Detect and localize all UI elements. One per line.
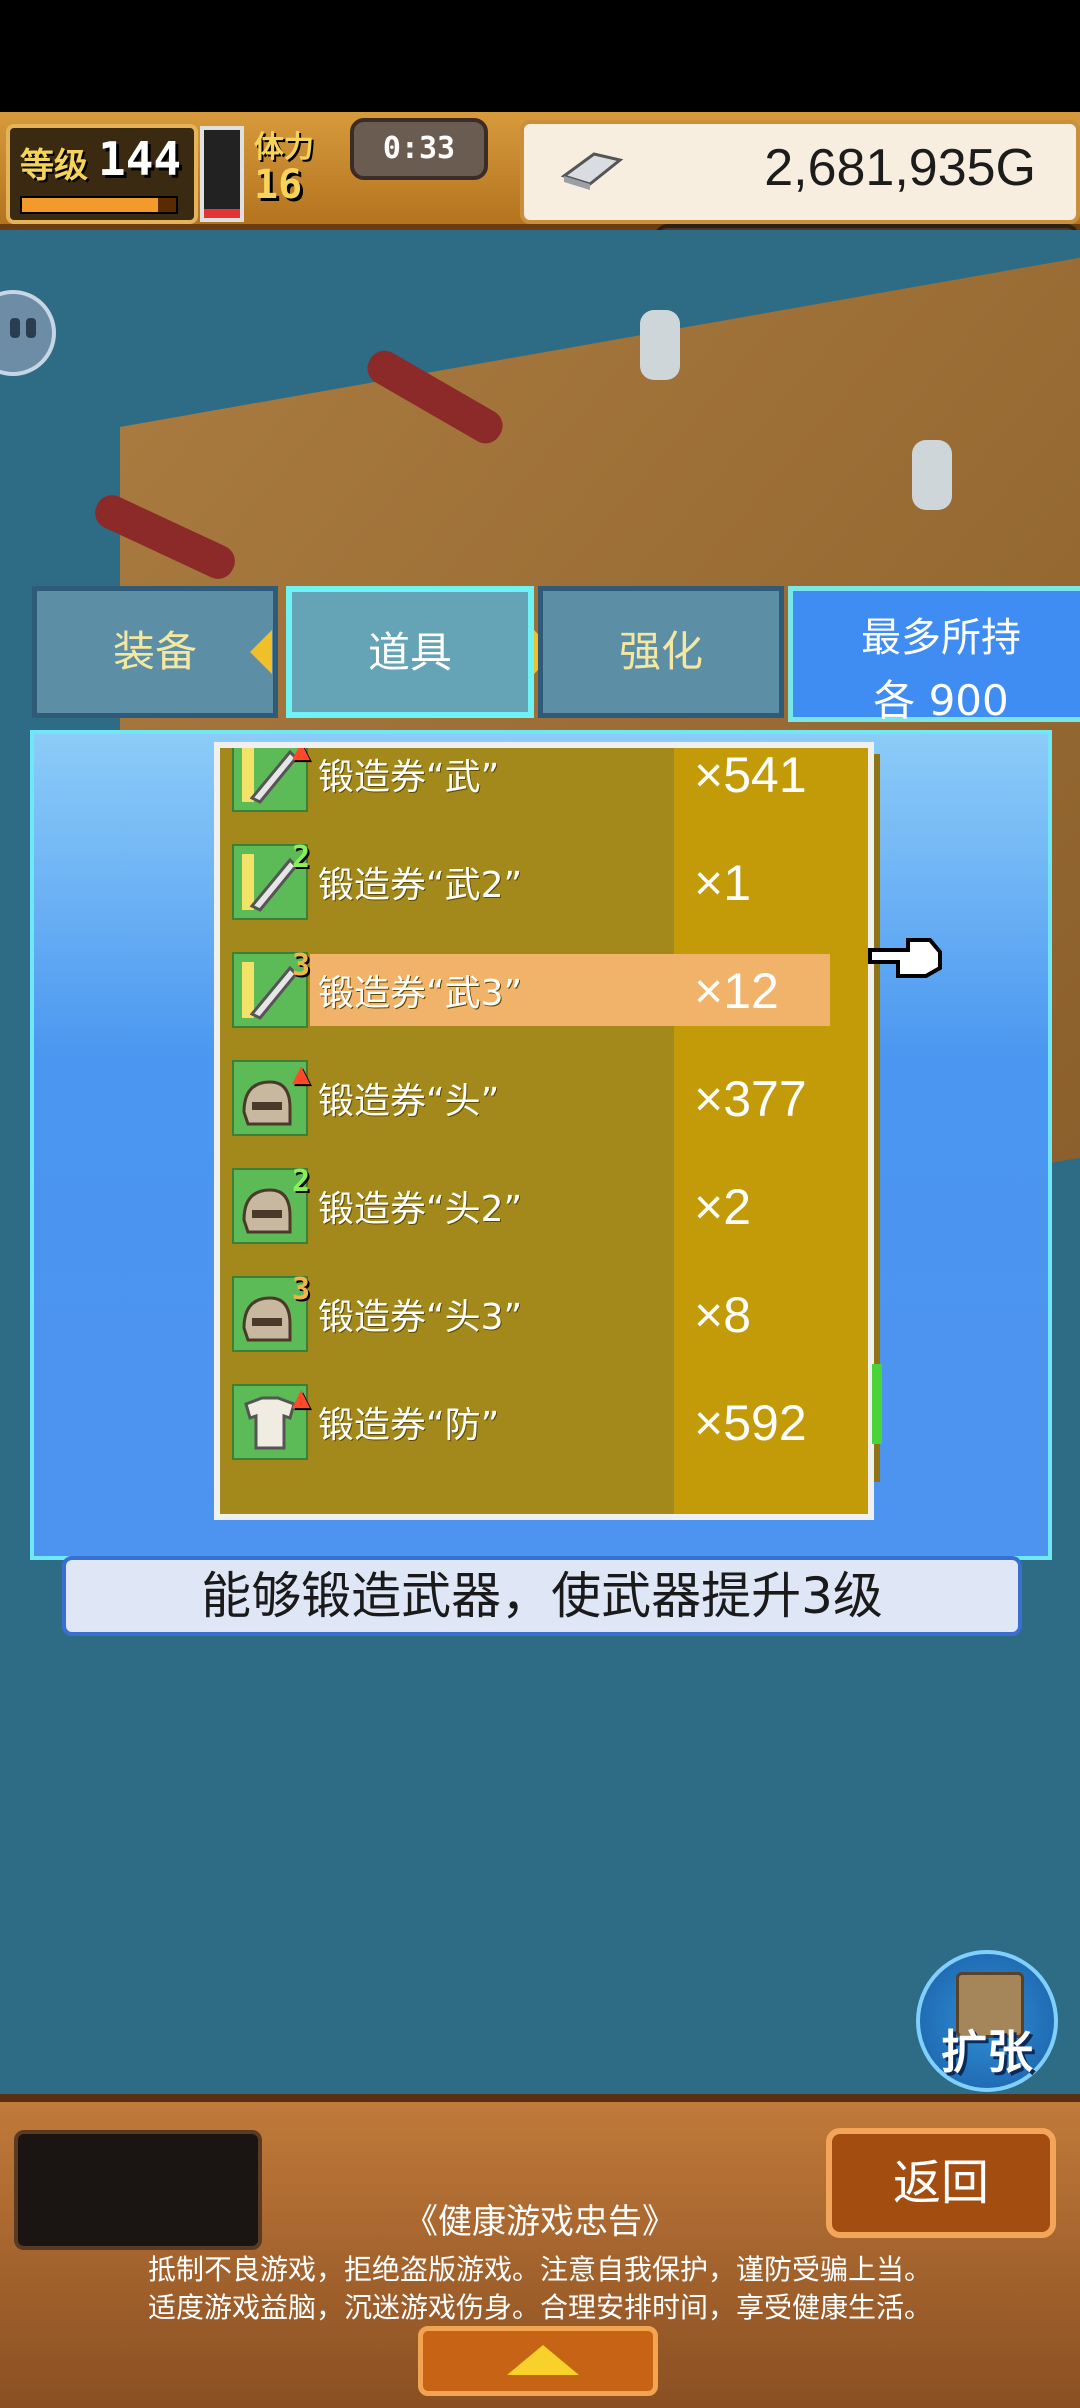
tab-enhance[interactable]: 强化 xyxy=(538,586,784,718)
item-name: 锻造券“头2” xyxy=(318,1189,523,1230)
item-quantity: ×1 xyxy=(694,855,752,911)
item-name: 锻造券“武2” xyxy=(318,865,523,906)
item-name: 锻造券“头3” xyxy=(318,1297,523,1338)
item-row[interactable]: 3 锻造券“武3” ×12 xyxy=(220,926,868,1034)
max-hold-value: 各 900 xyxy=(873,676,1009,725)
tab-left-arrow-icon[interactable] xyxy=(250,630,272,674)
level-label: 等级 xyxy=(20,146,88,186)
tab-items[interactable]: 道具 xyxy=(286,586,534,718)
max-hold-info: 最多所持 各 900 xyxy=(788,586,1080,725)
item-quantity: ×8 xyxy=(694,1287,752,1343)
item-name: 锻造券“武3” xyxy=(318,973,523,1014)
money-value: 2,681,935G xyxy=(764,139,1036,197)
stamina-gauge xyxy=(200,126,244,222)
item-grade-badge: 2 xyxy=(291,840,310,875)
item-quantity: ×592 xyxy=(694,1395,807,1451)
item-quantity: ×12 xyxy=(694,963,779,1019)
item-quantity: ×377 xyxy=(694,1071,807,1127)
item-row[interactable]: 2 锻造券“头2” ×2 xyxy=(220,1142,868,1250)
head-ticket-2-icon: 2 xyxy=(232,1164,310,1244)
bottom-bar: 返回 《健康游戏忠告》 抵制不良游戏，拒绝盗版游戏。注意自我保护，谨防受骗上当。… xyxy=(0,2094,1080,2408)
red-arrow-icon: ▲ xyxy=(291,1056,310,1091)
weapon-ticket-3-icon: 3 xyxy=(232,948,310,1028)
level-value: 144 xyxy=(98,132,182,186)
item-quantity: ×2 xyxy=(694,1179,752,1235)
item-row[interactable]: 2 锻造券“武2” ×1 xyxy=(220,818,868,926)
weapon-ticket-icon: ▲ xyxy=(232,742,310,812)
health-notice-line-1: 抵制不良游戏，拒绝盗版游戏。注意自我保护，谨防受骗上当。 xyxy=(147,2253,932,2286)
item-name: 锻造券“防” xyxy=(318,1405,500,1446)
item-row[interactable]: ▲ 锻造券“头” ×377 xyxy=(220,1034,868,1142)
chat-menu-button[interactable] xyxy=(0,290,56,376)
armor-ticket-icon: ▲ xyxy=(232,1380,310,1460)
item-row[interactable]: 3 锻造券“头3” ×8 xyxy=(220,1250,868,1358)
max-hold-label: 最多所持 xyxy=(861,615,1021,661)
hand-pointer-icon xyxy=(868,938,942,978)
item-list[interactable]: ▲ 锻造券“武” ×541 2 锻造券“武2” ×1 3 锻造券“武3” ×12 ▲ 锻造券“头” ×… xyxy=(214,742,874,1520)
head-ticket-icon: ▲ xyxy=(232,1056,310,1136)
item-grade-badge: 3 xyxy=(291,1272,310,1307)
level-progress-bar xyxy=(20,196,178,214)
health-notice-line-2: 适度游戏益脑，沉迷游戏伤身。合理安排时间，享受健康生活。 xyxy=(147,2291,932,2324)
level-box: 等级 144 xyxy=(6,124,198,224)
red-arrow-icon: ▲ xyxy=(291,742,310,767)
tab-bar: 装备 道具 强化 最多所持 各 900 xyxy=(28,586,1080,726)
item-row[interactable]: ▲ 锻造券“武” ×541 xyxy=(220,742,868,818)
expand-label: 扩张 xyxy=(941,2025,1033,2079)
top-hud: 等级 144 体力 16 0:33 2,681,935G xyxy=(0,112,1080,230)
stamina-value: 16 xyxy=(254,162,303,208)
item-description: 能够锻造武器，使武器提升3级 xyxy=(62,1556,1022,1636)
item-name: 锻造券“头” xyxy=(318,1081,500,1122)
up-arrow-icon xyxy=(507,2345,579,2375)
lamp-icon xyxy=(912,440,952,510)
stamina-timer: 0:33 xyxy=(350,118,488,180)
item-panel: ▲ 锻造券“武” ×541 2 锻造券“武2” ×1 3 锻造券“武3” ×12 ▲ 锻造券“头” ×… xyxy=(30,730,1052,1560)
expand-button[interactable]: 扩张 xyxy=(916,1950,1058,2092)
stamina-box: 体力 16 xyxy=(254,122,350,214)
stamina-label: 体力 xyxy=(254,130,314,165)
status-bar xyxy=(0,0,1080,112)
red-arrow-icon: ▲ xyxy=(291,1380,310,1415)
item-row[interactable]: ▲ 锻造券“防” ×592 xyxy=(220,1358,868,1466)
expand-up-button[interactable] xyxy=(418,2326,658,2396)
item-grade-badge: 3 xyxy=(291,948,310,983)
silver-bar-icon xyxy=(560,152,624,190)
item-quantity: ×541 xyxy=(694,747,807,803)
head-ticket-3-icon: 3 xyxy=(232,1272,310,1352)
item-name: 锻造券“武” xyxy=(318,757,500,798)
scrollbar-thumb[interactable] xyxy=(872,1364,882,1444)
health-notice-title: 《健康游戏忠告》 xyxy=(404,2202,676,2242)
item-grade-badge: 2 xyxy=(291,1164,310,1199)
lamp-icon xyxy=(640,310,680,380)
weapon-ticket-2-icon: 2 xyxy=(232,840,310,920)
tab-equipment[interactable]: 装备 xyxy=(32,586,278,718)
money-display: 2,681,935G xyxy=(520,120,1080,224)
